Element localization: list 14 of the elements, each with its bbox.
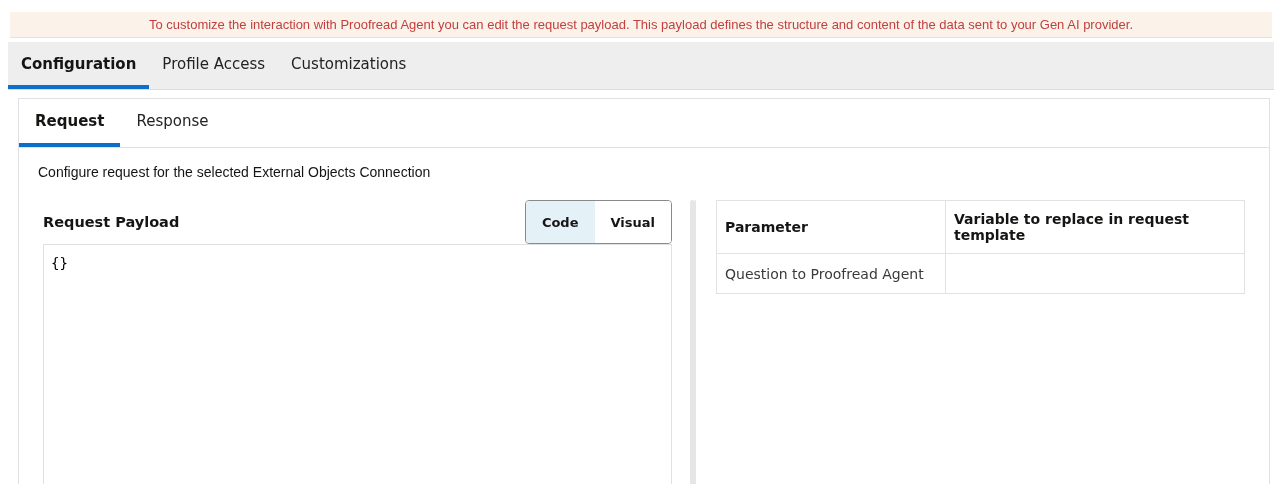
tab[interactable]: Request: [19, 99, 121, 147]
table-cell: Question to Proofread Agent: [716, 253, 946, 294]
tab[interactable]: Configuration: [8, 42, 150, 89]
section-title: Request Payload: [43, 214, 180, 230]
mode-button[interactable]: Code: [525, 201, 595, 243]
tab[interactable]: Profile Access: [149, 42, 279, 89]
splitter-handle[interactable]: [690, 200, 695, 484]
column-header: Variable to replace in request template: [945, 200, 1245, 254]
tab[interactable]: Response: [120, 99, 225, 147]
code-editor[interactable]: {}: [43, 244, 672, 484]
banner-text: To customize the interaction with Proofread Agent you can edit the request payload. This payload defines the structure and content of the data sent to your Gen AI provider.: [148, 17, 1133, 32]
tab[interactable]: Customizations: [278, 42, 420, 89]
column-header: Parameter: [716, 200, 946, 254]
description-text: Configure request for the selected External Objects Connection: [37, 163, 432, 180]
